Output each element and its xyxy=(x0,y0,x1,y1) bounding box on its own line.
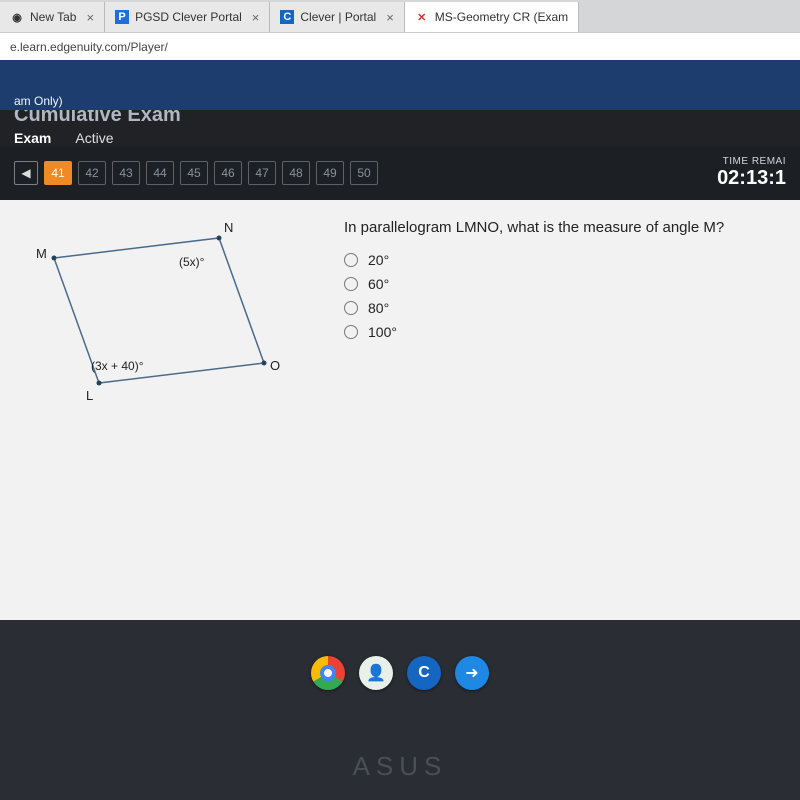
question-number[interactable]: 49 xyxy=(316,161,344,185)
question-number[interactable]: 45 xyxy=(180,161,208,185)
question-number[interactable]: 47 xyxy=(248,161,276,185)
tab-icon: ✕ xyxy=(415,10,429,24)
angle-N-label: (5x)° xyxy=(179,255,205,269)
question-number[interactable]: 50 xyxy=(350,161,378,185)
exam-header: am Only) xyxy=(0,60,800,110)
vertex-L: L xyxy=(86,388,93,403)
classroom-icon[interactable]: 👤 xyxy=(359,656,393,690)
tab-pgsd[interactable]: P PGSD Clever Portal × xyxy=(105,2,270,32)
radio-icon[interactable] xyxy=(344,325,358,339)
close-icon[interactable]: × xyxy=(252,10,260,25)
app-launcher-icon[interactable]: ➜ xyxy=(455,656,489,690)
timer-label: TIME REMAI xyxy=(717,156,786,167)
parallelogram-diagram: M N O L (5x)° (3x + 40)° xyxy=(14,218,314,418)
tab-strip: ◉ New Tab × P PGSD Clever Portal × C Cle… xyxy=(0,0,800,32)
timer: TIME REMAI 02:13:1 xyxy=(717,156,786,190)
radio-icon[interactable] xyxy=(344,301,358,315)
clever-icon[interactable]: C xyxy=(407,656,441,690)
vertex-M: M xyxy=(36,246,47,261)
taskbar-dock: 👤 C ➜ xyxy=(0,656,800,690)
tab-icon: P xyxy=(115,10,129,24)
exam-subheader: Cumulative Exam Exam Active xyxy=(0,110,800,146)
answer-option[interactable]: 20° xyxy=(344,252,786,268)
question-pane: In parallelogram LMNO, what is the measu… xyxy=(344,218,786,602)
url-text: e.learn.edgenuity.com/Player/ xyxy=(10,40,168,54)
question-nav-bar: ◀ 41 42 43 44 45 46 47 48 49 50 TIME REM… xyxy=(0,146,800,200)
tab-label: New Tab xyxy=(30,10,76,24)
timer-value: 02:13:1 xyxy=(717,167,786,190)
close-icon[interactable]: × xyxy=(86,10,94,25)
question-number[interactable]: 42 xyxy=(78,161,106,185)
exam-banner: am Only) xyxy=(14,94,786,110)
prev-question-button[interactable]: ◀ xyxy=(14,161,38,185)
option-label: 60° xyxy=(368,276,389,292)
browser-chrome: ◉ New Tab × P PGSD Clever Portal × C Cle… xyxy=(0,0,800,60)
tab-label: Clever | Portal xyxy=(300,10,376,24)
angle-L-label: (3x + 40)° xyxy=(91,359,144,373)
tab-label: PGSD Clever Portal xyxy=(135,10,242,24)
radio-icon[interactable] xyxy=(344,277,358,291)
laptop-brand-logo: ASUS xyxy=(0,751,800,782)
option-label: 80° xyxy=(368,300,389,316)
tab-active[interactable]: Active xyxy=(75,130,113,146)
tab-geometry[interactable]: ✕ MS-Geometry CR (Exam xyxy=(405,2,579,32)
vertex-O: O xyxy=(270,358,280,373)
vertex-N: N xyxy=(224,220,233,235)
answer-option[interactable]: 80° xyxy=(344,300,786,316)
tab-new[interactable]: ◉ New Tab × xyxy=(0,2,105,32)
question-text: In parallelogram LMNO, what is the measu… xyxy=(344,218,786,238)
option-label: 100° xyxy=(368,324,397,340)
answer-option[interactable]: 100° xyxy=(344,324,786,340)
tab-label: MS-Geometry CR (Exam xyxy=(435,10,568,24)
question-number[interactable]: 48 xyxy=(282,161,310,185)
question-number-current[interactable]: 41 xyxy=(44,161,72,185)
tab-icon: C xyxy=(280,10,294,24)
radio-icon[interactable] xyxy=(344,253,358,267)
question-number[interactable]: 44 xyxy=(146,161,174,185)
page-title-truncated: Cumulative Exam xyxy=(14,110,786,122)
question-number[interactable]: 43 xyxy=(112,161,140,185)
address-bar[interactable]: e.learn.edgenuity.com/Player/ xyxy=(0,32,800,60)
option-label: 20° xyxy=(368,252,389,268)
tab-clever[interactable]: C Clever | Portal × xyxy=(270,2,404,32)
question-number[interactable]: 46 xyxy=(214,161,242,185)
close-icon[interactable]: × xyxy=(386,10,394,25)
answer-option[interactable]: 60° xyxy=(344,276,786,292)
tab-icon: ◉ xyxy=(10,10,24,24)
question-content: M N O L (5x)° (3x + 40)° In parallelogra… xyxy=(0,200,800,620)
chrome-icon[interactable] xyxy=(311,656,345,690)
exam-tabs: Exam Active xyxy=(14,122,786,146)
tab-exam[interactable]: Exam xyxy=(14,130,51,146)
